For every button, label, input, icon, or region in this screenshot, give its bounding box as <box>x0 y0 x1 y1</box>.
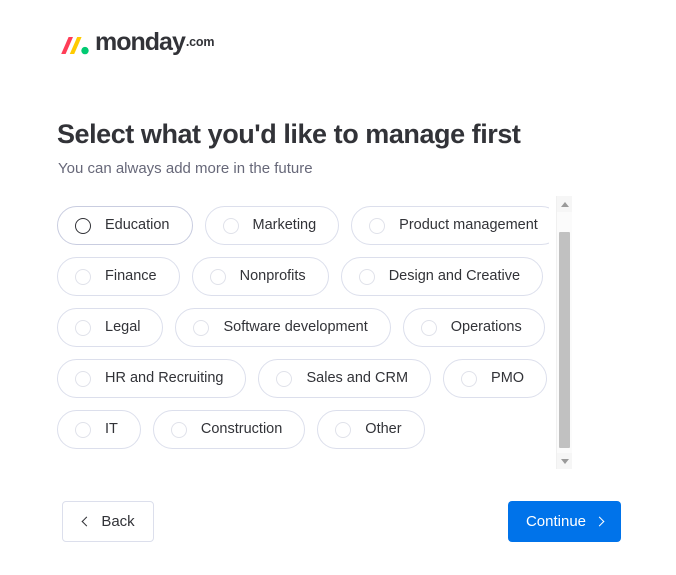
option-label: Construction <box>200 421 283 438</box>
option-pill[interactable]: Operations <box>402 308 545 347</box>
option-pill[interactable]: Design and Creative <box>340 257 544 296</box>
option-pill[interactable]: Nonprofits <box>191 257 329 296</box>
option-pill[interactable]: HR and Recruiting <box>57 359 247 398</box>
option-pill[interactable]: Other <box>317 410 425 449</box>
option-row: Finance Nonprofits Design and Creative <box>57 257 549 296</box>
option-pill[interactable]: IT <box>57 410 141 449</box>
option-label: Software development <box>223 319 368 336</box>
radio-icon[interactable] <box>335 421 352 438</box>
chevron-left-icon <box>81 516 92 527</box>
radio-icon[interactable] <box>75 421 91 438</box>
option-label: Product management <box>399 217 538 234</box>
option-label: Education <box>105 217 170 234</box>
logo-wordmark: monday <box>95 28 186 56</box>
option-label: Design and Creative <box>388 268 521 285</box>
radio-icon[interactable] <box>75 217 91 234</box>
page-title: Select what you'd like to manage first <box>57 119 521 149</box>
radio-icon[interactable] <box>276 370 293 387</box>
radio-icon[interactable] <box>369 217 386 234</box>
radio-icon[interactable] <box>75 319 91 336</box>
triangle-up-icon <box>560 201 569 207</box>
option-label: Other <box>365 421 402 438</box>
options-list: Education Marketing Product management Fina… <box>57 198 549 470</box>
option-label: HR and Recruiting <box>105 370 224 387</box>
option-label: Finance <box>105 268 157 285</box>
page-subtitle: You can always add more in the future <box>58 160 313 177</box>
option-row: Legal Software development Operations <box>57 308 549 347</box>
option-pill[interactable]: Product management <box>351 206 549 245</box>
monday-logo: monday .com <box>58 27 214 55</box>
radio-icon[interactable] <box>193 319 210 336</box>
option-label: Nonprofits <box>239 268 306 285</box>
option-pill[interactable]: Sales and CRM <box>258 359 432 398</box>
option-pill[interactable]: PMO <box>443 359 548 398</box>
option-row: IT Construction Other <box>57 410 549 449</box>
option-pill[interactable]: Marketing <box>204 206 340 245</box>
radio-icon[interactable] <box>209 268 226 285</box>
radio-icon[interactable] <box>420 319 437 336</box>
radio-icon[interactable] <box>170 421 187 438</box>
option-label: Marketing <box>252 217 317 234</box>
radio-icon[interactable] <box>461 370 478 387</box>
option-pill[interactable]: Legal <box>57 308 164 347</box>
option-label: IT <box>105 421 118 438</box>
radio-icon[interactable] <box>358 268 375 285</box>
option-label: Legal <box>105 319 141 336</box>
option-pill[interactable]: Education <box>57 206 193 245</box>
option-label: Operations <box>450 319 522 336</box>
radio-icon[interactable] <box>75 268 91 285</box>
radio-icon[interactable] <box>222 217 239 234</box>
triangle-down-icon <box>560 458 569 464</box>
continue-button-label: Continue <box>525 513 587 530</box>
scroll-up-button[interactable] <box>557 196 572 212</box>
options-scrollbar[interactable] <box>556 196 572 469</box>
option-pill[interactable]: Finance <box>57 257 180 296</box>
monday-logo-mark <box>61 37 89 55</box>
option-label: PMO <box>491 370 525 387</box>
scrollbar-thumb[interactable] <box>559 232 570 448</box>
option-row: Education Marketing Product management <box>57 206 549 245</box>
option-label: Sales and CRM <box>306 370 409 387</box>
chevron-right-icon <box>594 516 605 527</box>
scroll-down-button[interactable] <box>557 453 572 469</box>
continue-button[interactable]: Continue <box>508 501 621 542</box>
scrollbar-track[interactable] <box>557 212 572 453</box>
option-row: HR and Recruiting Sales and CRM PMO <box>57 359 549 398</box>
back-button-label: Back <box>101 513 135 530</box>
back-button[interactable]: Back <box>62 501 154 542</box>
radio-icon[interactable] <box>75 370 91 387</box>
option-pill[interactable]: Software development <box>175 308 391 347</box>
option-pill[interactable]: Construction <box>152 410 306 449</box>
logo-tld: .com <box>185 35 215 49</box>
